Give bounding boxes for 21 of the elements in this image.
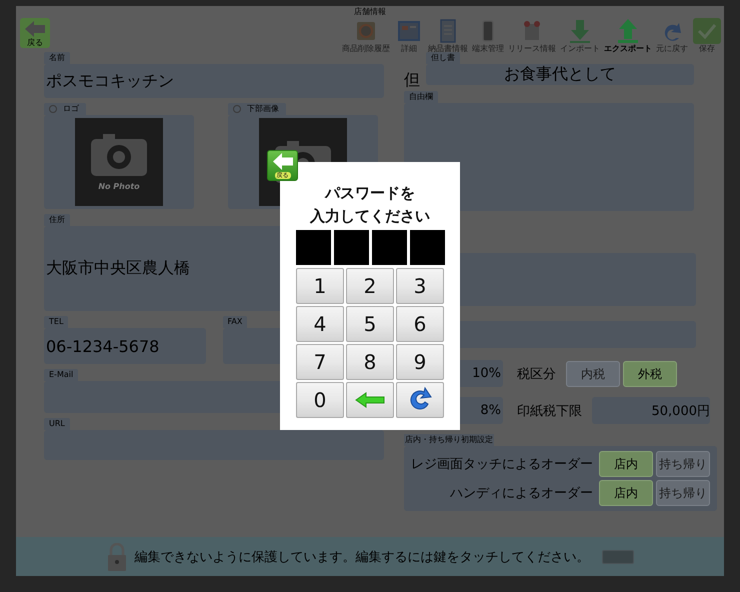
setting-label: ハンディによるオーダー <box>450 485 593 502</box>
field-label: 下部画像 <box>247 104 279 114</box>
field-label: 但し書 <box>426 52 460 64</box>
photo-caption: No Photo <box>98 182 140 190</box>
field-label: E-Mail <box>44 369 78 381</box>
field-label: URL <box>44 418 70 430</box>
field-label: TEL <box>44 316 68 328</box>
notice-text: 編集できないように保護しています。編集するには鍵をタッチしてください。 <box>134 548 590 566</box>
dialog-title: 入力してください <box>310 206 430 227</box>
dialog-title: パスワードを <box>325 183 415 204</box>
group-title: 店内・持ち帰り初期設定 <box>404 434 494 446</box>
proviso-label: 但 <box>404 69 420 91</box>
field-label: FAX <box>222 316 248 328</box>
window-title: 店舗情報 <box>354 6 386 18</box>
field-label: 税区分 <box>517 366 556 383</box>
field-label: 印紙税下限 <box>517 403 582 420</box>
field-label: 自由欄 <box>404 91 438 103</box>
field-label: 名前 <box>44 52 70 64</box>
field-label: 住所 <box>44 214 70 226</box>
setting-label: レジ画面タッチによるオーダー <box>411 456 593 473</box>
field-label: ロゴ <box>63 104 79 114</box>
